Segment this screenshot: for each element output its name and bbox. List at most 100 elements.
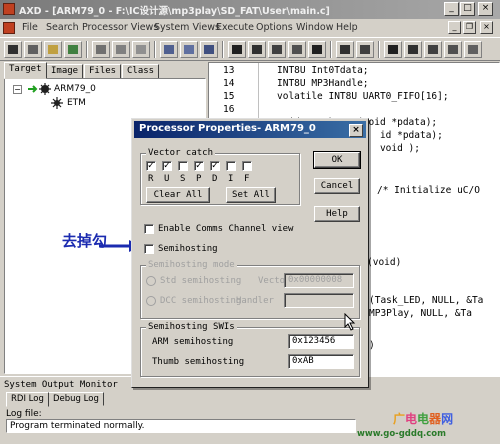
watermark-char: 广 — [393, 412, 406, 426]
cut-button[interactable] — [92, 41, 110, 58]
step-button[interactable] — [248, 41, 266, 58]
vector-catch-label: Vector catch — [146, 148, 216, 158]
load-image-button[interactable] — [4, 41, 22, 58]
semihosting-checkbox[interactable] — [144, 244, 154, 254]
title-bar: AXD - [ARM79_0 - F:\IC设计源\mp3play\SD_FAT… — [0, 0, 500, 19]
find-button[interactable] — [160, 41, 178, 58]
mouse-cursor-icon — [344, 313, 356, 331]
menu-window[interactable]: Window — [296, 22, 333, 33]
vector-catch-s-checkbox[interactable] — [178, 161, 188, 171]
mdi-restore-button[interactable]: ❐ — [463, 21, 476, 34]
vector-catch-i-label: I — [228, 174, 234, 184]
stop-button[interactable] — [308, 41, 326, 58]
code-line: INT8U Int0Tdata; — [277, 65, 369, 76]
std-semihosting-radio[interactable] — [146, 276, 156, 286]
app-icon[interactable] — [3, 3, 15, 15]
tab-class[interactable]: Class — [122, 64, 160, 79]
open-file-button[interactable] — [44, 41, 62, 58]
paste-button[interactable] — [132, 41, 150, 58]
find-next-button[interactable] — [180, 41, 198, 58]
arm-semihosting-field[interactable]: 0x123456 — [288, 334, 354, 349]
vector-field[interactable]: 0x00000008 — [284, 273, 354, 288]
step-out-button[interactable] — [288, 41, 306, 58]
registers-button[interactable] — [384, 41, 402, 58]
menu-options[interactable]: Options — [256, 22, 293, 33]
copy-button[interactable] — [112, 41, 130, 58]
reload-button[interactable] — [24, 41, 42, 58]
breakpoint-button[interactable] — [336, 41, 354, 58]
cancel-button[interactable]: Cancel — [314, 178, 360, 194]
semihosting-mode-label: Semihosting mode — [146, 260, 237, 270]
vector-catch-f-checkbox[interactable] — [242, 161, 252, 171]
memory-button[interactable] — [404, 41, 422, 58]
tab-rdi-log[interactable]: RDI Log — [6, 392, 49, 407]
enable-comms-checkbox[interactable] — [144, 224, 154, 234]
output-title: System Output Monitor — [4, 380, 118, 390]
code-fragment: (Task_LED, NULL, &Ta — [369, 295, 484, 306]
tree-collapse-toggle[interactable]: − — [13, 85, 22, 94]
tree-item-processor[interactable]: ARM79_0 — [54, 84, 96, 94]
arm-semihosting-label: ARM semihosting — [152, 337, 234, 347]
enable-comms-label: Enable Comms Channel view — [158, 224, 294, 234]
watch-button[interactable] — [356, 41, 374, 58]
minimize-button[interactable]: _ — [444, 2, 459, 16]
processor-properties-dialog: Processor Properties- ARM79_0 × Vector c… — [131, 118, 369, 388]
handler-field[interactable] — [284, 293, 354, 308]
vector-catch-r-checkbox[interactable]: ✓ — [146, 161, 156, 171]
vector-catch-r-label: R — [148, 174, 154, 184]
tree-item-etm[interactable]: ETM — [67, 98, 86, 108]
watermark-char: 网 — [441, 412, 454, 426]
vector-catch-d-checkbox[interactable]: ✓ — [210, 161, 220, 171]
vector-catch-u-checkbox[interactable]: ✓ — [162, 161, 172, 171]
line-number: 15 — [223, 91, 235, 102]
semihosting-swis-label: Semihosting SWIs — [146, 322, 237, 332]
tab-debug-log[interactable]: Debug Log — [48, 392, 104, 406]
maximize-button[interactable]: □ — [460, 2, 475, 16]
run-button[interactable] — [228, 41, 246, 58]
vector-catch-d-label: D — [212, 174, 218, 184]
log-output[interactable]: Program terminated normally. — [6, 419, 356, 433]
vector-catch-i-checkbox[interactable] — [226, 161, 236, 171]
window-title: AXD - [ARM79_0 - F:\IC设计源\mp3play\SD_FAT… — [19, 6, 330, 17]
menu-execute[interactable]: Execute — [216, 22, 254, 33]
std-semihosting-label: Std semihosting — [160, 276, 242, 286]
log-file-label: Log file: — [6, 409, 42, 419]
thumb-semihosting-field[interactable]: 0xAB — [288, 354, 354, 369]
line-number: 16 — [223, 104, 235, 115]
menu-file[interactable]: File — [22, 22, 38, 33]
replace-button[interactable] — [200, 41, 218, 58]
dialog-close-button[interactable]: × — [349, 124, 363, 137]
watermark-char: 电 — [405, 412, 418, 426]
ok-button[interactable]: OK — [313, 151, 361, 169]
set-all-button[interactable]: Set All — [226, 187, 276, 203]
document-icon[interactable] — [3, 22, 15, 34]
close-window-button[interactable]: × — [478, 2, 493, 16]
help-button[interactable]: Help — [314, 206, 360, 222]
code-line: volatile INT8U UART0_FIFO[16]; — [277, 91, 449, 102]
line-number: 13 — [223, 65, 235, 76]
menu-search[interactable]: Search — [46, 22, 79, 33]
step-in-button[interactable] — [268, 41, 286, 58]
tab-image[interactable]: Image — [46, 64, 84, 79]
thumb-semihosting-label: Thumb semihosting — [152, 357, 245, 367]
code-fragment: ) — [369, 340, 375, 351]
mdi-minimize-button[interactable]: _ — [448, 21, 461, 34]
tab-target[interactable]: Target — [4, 62, 47, 79]
dcc-semihosting-label: DCC semihosting — [160, 296, 242, 306]
mdi-close-button[interactable]: × — [480, 21, 493, 34]
semihosting-label: Semihosting — [158, 244, 218, 254]
menu-help[interactable]: Help — [336, 22, 358, 33]
dcc-semihosting-radio[interactable] — [146, 296, 156, 306]
menu-processor-views[interactable]: Processor Views — [82, 22, 158, 33]
tab-files[interactable]: Files — [84, 64, 122, 79]
vector-catch-s-label: S — [180, 174, 186, 184]
console-button[interactable] — [444, 41, 462, 58]
menu-bar: File Search Processor Views System Views… — [0, 19, 500, 37]
etm-icon — [51, 97, 63, 109]
vector-catch-p-checkbox[interactable]: ✓ — [194, 161, 204, 171]
clear-all-button[interactable]: Clear All — [146, 187, 210, 203]
disassembly-button[interactable] — [464, 41, 482, 58]
menu-system-views[interactable]: System Views — [154, 22, 220, 33]
refresh-button[interactable] — [64, 41, 82, 58]
variables-button[interactable] — [424, 41, 442, 58]
